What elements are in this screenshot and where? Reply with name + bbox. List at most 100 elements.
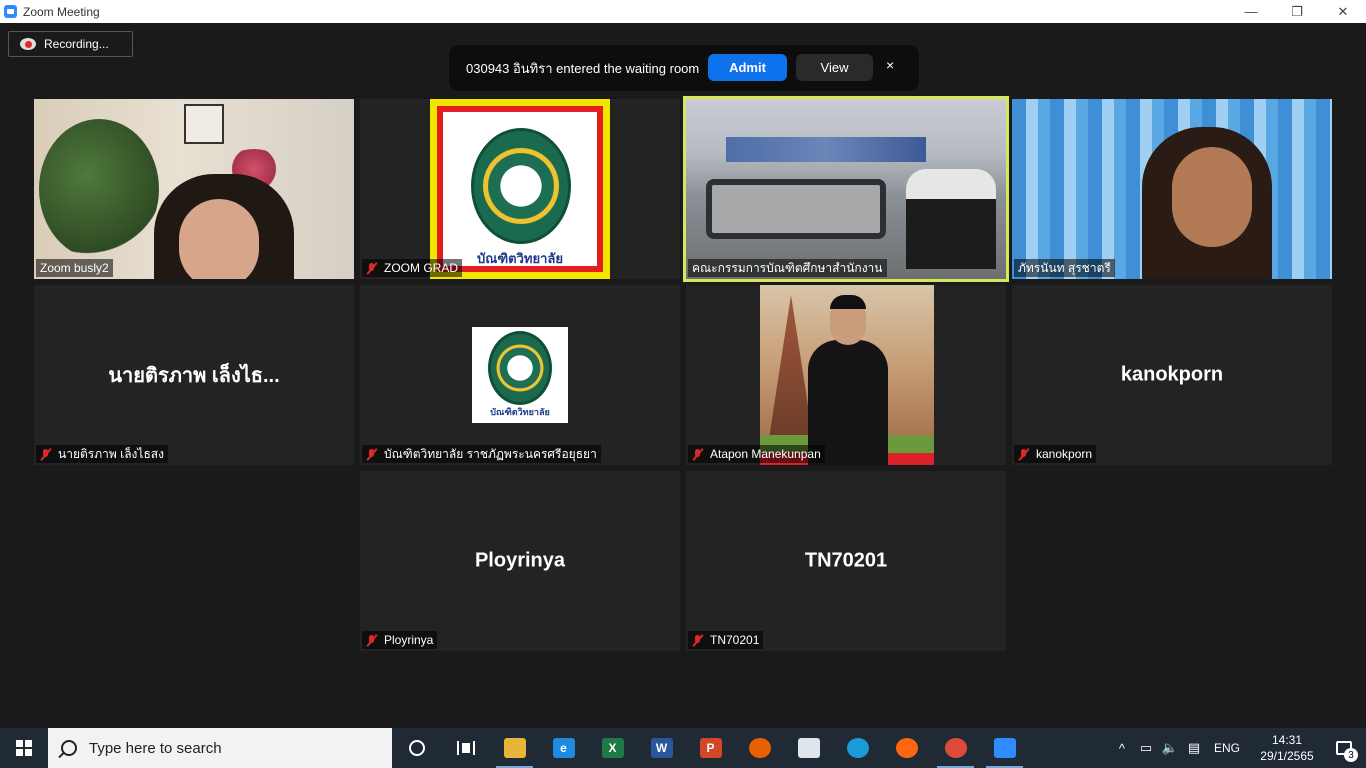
university-logo: บัณฑิตวิทยาลัย bbox=[430, 99, 610, 279]
participant-name-tag: kanokporn bbox=[1014, 445, 1097, 463]
window-controls: — ❐ ✕ bbox=[1228, 0, 1366, 23]
search-icon bbox=[61, 740, 77, 756]
muted-mic-icon bbox=[692, 448, 704, 461]
battery-icon[interactable]: ▭ bbox=[1134, 740, 1158, 756]
university-seal-icon bbox=[471, 128, 571, 244]
participant-name: Ployrinya bbox=[384, 633, 434, 647]
participant-display-name: kanokporn bbox=[1120, 363, 1224, 386]
video-tile-tn70201[interactable]: TN70201 TN70201 bbox=[686, 471, 1006, 651]
admit-button[interactable]: Admit bbox=[708, 54, 787, 81]
input-language[interactable]: ENG bbox=[1214, 741, 1240, 755]
firefox-2-icon bbox=[895, 738, 918, 758]
participant-name-tag: บัณฑิตวิทยาลัย ราชภัฏพระนครศรีอยุธยา bbox=[362, 445, 601, 463]
muted-mic-icon bbox=[366, 634, 378, 647]
video-tile-committee[interactable]: คณะกรรมการบัณฑิตศึกษาสำนักงาน bbox=[683, 96, 1009, 282]
clock-date: 29/1/2565 bbox=[1260, 749, 1314, 763]
close-window-button[interactable]: ✕ bbox=[1320, 0, 1366, 23]
participant-name-tag: ZOOM GRAD bbox=[362, 259, 462, 277]
system-tray: ^ ▭ 🔈 ▤ ENG 14:31 29/1/2565 3 bbox=[1110, 728, 1366, 768]
participant-name-tag: Atapon Manekunpan bbox=[688, 445, 825, 463]
volume-icon[interactable]: 🔈 bbox=[1158, 740, 1182, 756]
logo-caption: บัณฑิตวิทยาลัย bbox=[490, 408, 550, 418]
taskbar-app-zoom[interactable] bbox=[980, 728, 1029, 768]
notification-count: 3 bbox=[1344, 748, 1358, 762]
start-button[interactable] bbox=[0, 728, 48, 768]
network-icon[interactable]: ▤ bbox=[1182, 740, 1206, 756]
taskbar-app-chrome[interactable] bbox=[931, 728, 980, 768]
video-tile-zoom-busly2[interactable]: Zoom busly2 bbox=[34, 99, 354, 279]
file-explorer-icon bbox=[503, 738, 526, 758]
participant-display-name: Ployrinya bbox=[474, 549, 566, 572]
windows-taskbar: Type here to search e X W P ^ ▭ 🔈 ▤ ENG 14:… bbox=[0, 728, 1366, 768]
participant-video bbox=[1012, 99, 1332, 279]
powerpoint-icon: P bbox=[699, 738, 722, 758]
video-tile-graduate-school[interactable]: บัณฑิตวิทยาลัย บัณฑิตวิทยาลัย ราชภัฏพระน… bbox=[360, 285, 680, 465]
zoom-app-icon bbox=[4, 5, 17, 18]
recording-indicator[interactable]: Recording... bbox=[8, 31, 133, 57]
internet-explorer-icon: e bbox=[552, 738, 575, 758]
muted-mic-icon bbox=[366, 448, 378, 461]
taskbar-app-firefox-2[interactable] bbox=[882, 728, 931, 768]
participant-display-name: TN70201 bbox=[804, 549, 888, 572]
cortana-icon bbox=[408, 740, 425, 756]
cortana-button[interactable] bbox=[392, 728, 441, 768]
taskbar-app-store[interactable] bbox=[784, 728, 833, 768]
show-hidden-icons-chevron-icon[interactable]: ^ bbox=[1110, 741, 1134, 756]
video-tile-zoom-grad[interactable]: บัณฑิตวิทยาลัย ZOOM GRAD bbox=[360, 99, 680, 279]
taskbar-app-word[interactable]: W bbox=[637, 728, 686, 768]
taskbar-app-firefox[interactable] bbox=[735, 728, 784, 768]
taskbar-app-edge[interactable] bbox=[833, 728, 882, 768]
participant-name: TN70201 bbox=[710, 633, 760, 647]
word-icon: W bbox=[650, 738, 673, 758]
video-tile-tiraphap[interactable]: นายติรภาพ เล็งไธ... นายติรภาพ เล็งไธสง bbox=[34, 285, 354, 465]
university-seal-icon bbox=[488, 331, 552, 405]
excel-icon: X bbox=[601, 738, 624, 758]
taskbar-app-powerpoint[interactable]: P bbox=[686, 728, 735, 768]
participant-name: Zoom busly2 bbox=[40, 261, 109, 275]
participant-name: ภัทรนันท สุรชาตรี bbox=[1018, 260, 1111, 275]
restore-button[interactable]: ❐ bbox=[1274, 0, 1320, 23]
video-tile-atapon[interactable]: Atapon Manekunpan bbox=[686, 285, 1006, 465]
view-button[interactable]: View bbox=[796, 54, 873, 81]
participant-name: นายติรภาพ เล็งไธสง bbox=[58, 446, 164, 461]
participant-name: คณะกรรมการบัณฑิตศึกษาสำนักงาน bbox=[692, 260, 883, 275]
university-logo: บัณฑิตวิทยาลัย bbox=[472, 327, 568, 423]
windows-logo-icon bbox=[16, 740, 32, 756]
chrome-icon bbox=[944, 738, 967, 758]
participant-name: kanokporn bbox=[1036, 447, 1093, 461]
search-placeholder: Type here to search bbox=[89, 739, 222, 757]
clock[interactable]: 14:31 29/1/2565 bbox=[1252, 732, 1322, 764]
close-notification-icon[interactable]: × bbox=[886, 57, 894, 73]
muted-mic-icon bbox=[40, 448, 52, 461]
muted-mic-icon bbox=[1018, 448, 1030, 461]
participant-name-tag: คณะกรรมการบัณฑิตศึกษาสำนักงาน bbox=[688, 259, 887, 277]
participant-name: บัณฑิตวิทยาลัย ราชภัฏพระนครศรีอยุธยา bbox=[384, 446, 597, 461]
participant-name-tag: Ployrinya bbox=[362, 631, 438, 649]
muted-mic-icon bbox=[366, 262, 378, 275]
minimize-button[interactable]: — bbox=[1228, 0, 1274, 23]
participant-display-name: นายติรภาพ เล็งไธ... bbox=[108, 365, 280, 387]
recording-label: Recording... bbox=[44, 37, 109, 51]
task-view-icon bbox=[456, 741, 475, 755]
participant-name-tag: TN70201 bbox=[688, 631, 764, 649]
video-tile-kanokporn[interactable]: kanokporn kanokporn bbox=[1012, 285, 1332, 465]
task-view-button[interactable] bbox=[441, 728, 490, 768]
recording-icon bbox=[20, 38, 36, 50]
logo-caption: บัณฑิตวิทยาลัย bbox=[477, 252, 563, 267]
meeting-area: Recording... 030943 อินทิรา entered the … bbox=[0, 23, 1366, 728]
taskbar-app-excel[interactable]: X bbox=[588, 728, 637, 768]
clock-time: 14:31 bbox=[1271, 733, 1303, 747]
pinned-apps: eXWP bbox=[490, 728, 1029, 768]
action-center-button[interactable]: 3 bbox=[1322, 728, 1366, 768]
video-tile-phattharanan[interactable]: ภัทรนันท สุรชาตรี bbox=[1012, 99, 1332, 279]
waiting-room-notification: 030943 อินทิรา entered the waiting room … bbox=[449, 45, 919, 91]
participant-name-tag: นายติรภาพ เล็งไธสง bbox=[36, 445, 168, 463]
participant-name: ZOOM GRAD bbox=[384, 261, 458, 275]
zoom-icon bbox=[993, 738, 1016, 758]
video-tile-ployrinya[interactable]: Ployrinya Ployrinya bbox=[360, 471, 680, 651]
taskbar-app-internet-explorer[interactable]: e bbox=[539, 728, 588, 768]
participant-video bbox=[686, 99, 1006, 279]
taskbar-app-file-explorer[interactable] bbox=[490, 728, 539, 768]
zoom-window: Zoom Meeting — ❐ ✕ Recording... 030943 อ… bbox=[0, 0, 1366, 768]
taskbar-search-box[interactable]: Type here to search bbox=[48, 728, 392, 768]
